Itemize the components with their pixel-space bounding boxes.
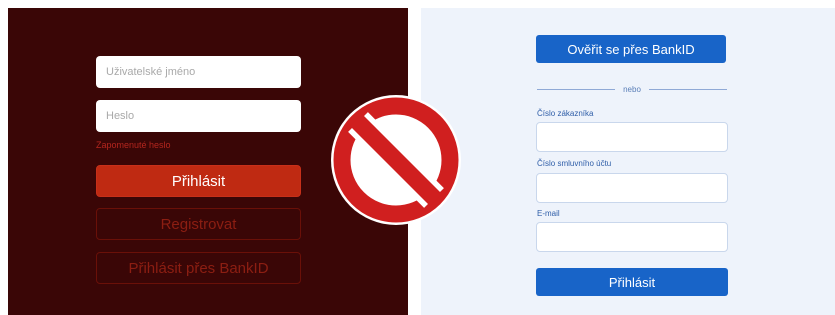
- prohibition-sign-icon: [331, 95, 461, 225]
